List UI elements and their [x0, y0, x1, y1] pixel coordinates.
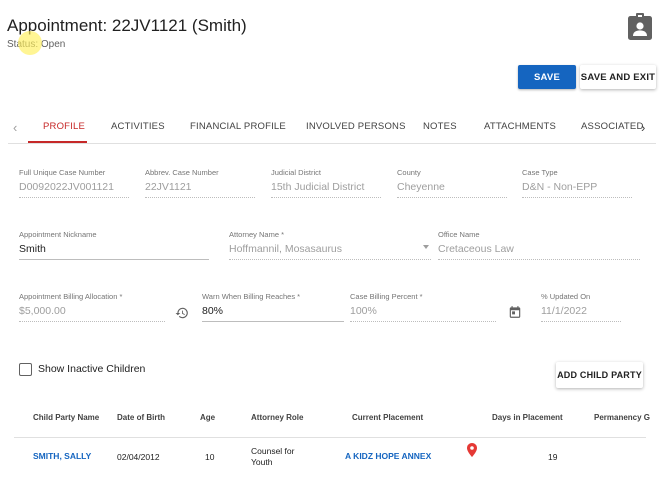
judicial-district-field: 15th Judicial District: [271, 181, 365, 193]
case-type-underline: [522, 197, 632, 198]
billing-allocation-field: $5,000.00: [19, 305, 66, 317]
attorney-name-select[interactable]: Hoffmannil, Mosasaurus: [229, 243, 342, 255]
full-case-number-label: Full Unique Case Number: [19, 168, 106, 177]
warn-billing-label: Warn When Billing Reaches *: [202, 292, 301, 301]
warn-billing-underline: [202, 321, 344, 322]
child-name-link[interactable]: SMITH, SALLY: [33, 451, 91, 461]
page-title: Appointment: 22JV1121 (Smith): [7, 16, 247, 35]
attorney-role-line2: Youth: [251, 457, 273, 467]
office-name-underline: [438, 259, 640, 260]
attorney-name-label: Attorney Name *: [229, 230, 285, 239]
tab-associated[interactable]: ASSOCIATED: [581, 121, 644, 132]
office-name-label: Office Name: [438, 230, 480, 239]
abbrev-case-number-underline: [145, 197, 255, 198]
office-name-field: Cretaceous Law: [438, 243, 514, 255]
attorney-role-line1: Counsel for: [251, 446, 295, 456]
abbrev-case-number-label: Abbrev. Case Number: [145, 168, 219, 177]
child-age: 10: [205, 452, 215, 462]
appointment-nickname-label: Appointment Nickname: [19, 230, 97, 239]
active-tab-indicator: [28, 141, 87, 143]
full-case-number-field: D0092022JV001121: [19, 181, 114, 193]
percent-updated-on-underline: [541, 321, 621, 322]
table-header-divider: [14, 437, 646, 438]
location-pin-icon[interactable]: [467, 443, 477, 457]
judicial-district-label: Judicial District: [271, 168, 322, 177]
abbrev-case-number-field: 22JV1121: [145, 181, 192, 193]
tab-profile[interactable]: PROFILE: [43, 121, 85, 132]
add-child-party-button[interactable]: ADD CHILD PARTY: [556, 362, 643, 388]
attorney-name-underline: [229, 259, 431, 260]
percent-updated-on-label: % Updated On: [541, 292, 591, 301]
account-badge-icon[interactable]: [628, 13, 652, 40]
tab-activities[interactable]: ACTIVITIES: [111, 121, 165, 132]
column-header-days-in-placement[interactable]: Days in Placement: [492, 413, 563, 422]
case-type-label: Case Type: [522, 168, 558, 177]
tab-notes[interactable]: NOTES: [423, 121, 457, 132]
billing-allocation-label: Appointment Billing Allocation *: [19, 292, 123, 301]
county-underline: [397, 197, 507, 198]
case-type-field: D&N - Non-EPP: [522, 181, 598, 193]
column-header-child-party-name[interactable]: Child Party Name: [33, 413, 99, 422]
column-header-permanency-goal[interactable]: Permanency G: [594, 413, 650, 422]
current-placement-link[interactable]: A KIDZ HOPE ANNEX: [345, 451, 431, 461]
chevron-right-icon[interactable]: ›: [641, 120, 645, 135]
chevron-down-icon[interactable]: [423, 245, 429, 249]
county-field: Cheyenne: [397, 181, 445, 193]
warn-billing-input[interactable]: 80%: [202, 305, 223, 317]
tab-attachments[interactable]: ATTACHMENTS: [484, 121, 556, 132]
case-billing-percent-label: Case Billing Percent *: [350, 292, 423, 301]
percent-updated-on-field: 11/1/2022: [541, 305, 587, 317]
judicial-district-underline: [271, 197, 381, 198]
case-billing-percent-underline: [350, 321, 496, 322]
column-header-attorney-role[interactable]: Attorney Role: [251, 413, 303, 422]
history-icon[interactable]: [175, 306, 189, 320]
save-and-exit-button[interactable]: SAVE AND EXIT: [580, 65, 656, 89]
days-in-placement: 19: [548, 452, 558, 462]
show-inactive-children-label[interactable]: Show Inactive Children: [38, 363, 145, 375]
tab-bar: ‹ PROFILE ACTIVITIES FINANCIAL PROFILE I…: [8, 114, 656, 144]
billing-allocation-underline: [19, 321, 165, 322]
show-inactive-children-checkbox[interactable]: [19, 363, 32, 376]
full-case-number-underline: [19, 197, 129, 198]
chevron-left-icon[interactable]: ‹: [13, 120, 17, 135]
appointment-nickname-underline: [19, 259, 209, 260]
calendar-icon[interactable]: [508, 305, 522, 319]
case-billing-percent-field: 100%: [350, 305, 377, 317]
column-header-date-of-birth[interactable]: Date of Birth: [117, 413, 165, 422]
appointment-nickname-input[interactable]: Smith: [19, 243, 46, 255]
column-header-current-placement[interactable]: Current Placement: [352, 413, 423, 422]
column-header-age[interactable]: Age: [200, 413, 215, 422]
status-text: Status: Open: [7, 39, 66, 50]
county-label: County: [397, 168, 421, 177]
child-dob: 02/04/2012: [117, 452, 160, 462]
tab-involved-persons[interactable]: INVOLVED PERSONS: [306, 121, 406, 132]
save-button[interactable]: SAVE: [518, 65, 576, 89]
tab-financial-profile[interactable]: FINANCIAL PROFILE: [190, 121, 286, 132]
